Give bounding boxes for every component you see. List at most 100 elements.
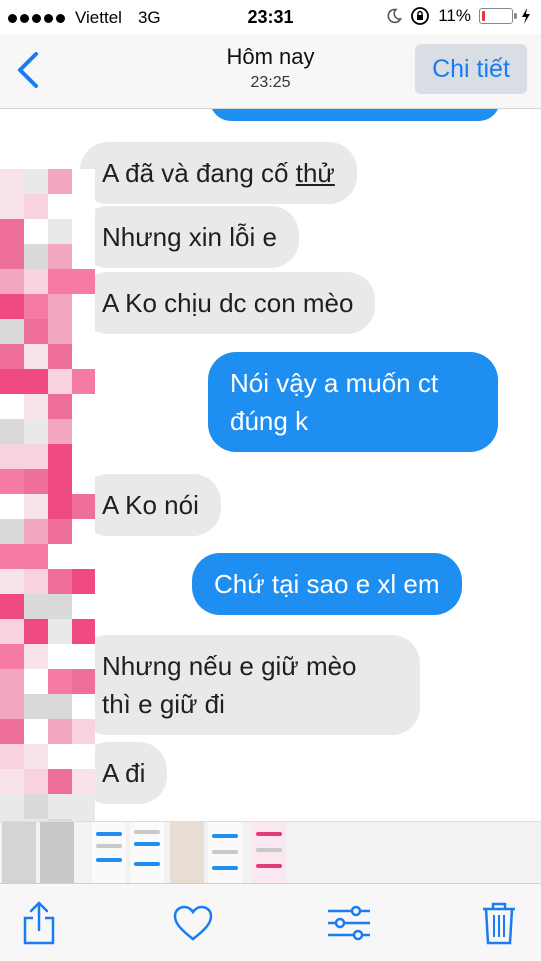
censor-pixel [0,469,24,494]
thumbnail[interactable] [92,822,126,884]
censor-pixel [48,494,72,519]
censor-pixel [48,669,72,694]
message-bubble-outgoing[interactable]: Nói vậy a muốn ct đúng k [208,352,498,452]
censor-pixel [72,344,95,369]
message-bubble-incoming[interactable]: A Ko nói [80,474,221,536]
censor-pixel [0,519,24,544]
censor-pixel [24,169,48,194]
message-bubble-incoming[interactable]: A Ko chịu dc con mèo [80,272,376,334]
rotation-lock-icon [411,7,430,25]
navigation-bar: Hôm nay 23:25 Chi tiết [0,34,541,109]
censor-pixel [48,369,72,394]
censor-pixel [72,444,95,469]
status-right: 11% [386,6,531,26]
censor-pixel [24,444,48,469]
thumbnail[interactable] [2,822,36,884]
censor-pixel [48,319,72,344]
censor-pixel [0,544,24,569]
censor-pixel [0,669,24,694]
censor-pixel [24,669,48,694]
censor-pixel [48,344,72,369]
message-text: Nhưng nếu e giữ mèo thì e giữ đi [102,651,357,719]
censor-pixel [24,194,48,219]
status-bar: Viettel 3G 23:31 11% [0,0,541,34]
censor-pixel [72,544,95,569]
thumbnail-strip[interactable] [0,821,541,884]
message-bubble-incoming[interactable]: Nhưng xin lỗi e [80,206,299,268]
moon-icon [387,8,403,24]
message-text: A Ko chịu dc con mèo [102,288,354,318]
message-bubble-incoming[interactable]: A đã và đang cố thử [80,142,357,204]
censor-pixel [0,169,24,194]
censor-pixel [0,394,24,419]
message-text: Chứ tại sao e xl em [214,569,440,599]
censor-pixel [72,569,95,594]
censor-pixel [0,344,24,369]
thumbnail[interactable] [208,822,242,884]
trash-icon [483,902,515,945]
censor-pixel [48,219,72,244]
censor-pixel [48,544,72,569]
censor-pixel [0,569,24,594]
share-icon [23,901,55,945]
previous-message-bubble [210,109,500,121]
censor-pixel [48,694,72,719]
message-text: A Ko nói [102,490,199,520]
censor-pixel [0,644,24,669]
favorite-button[interactable] [168,900,218,946]
censor-pixel [24,769,48,794]
charging-icon [522,8,530,24]
underlined-word: thử [295,158,335,188]
censor-pixel [0,244,24,269]
censor-pixel [48,569,72,594]
censor-pixel [72,394,95,419]
censor-pixel [24,569,48,594]
censor-pixel [48,169,72,194]
thumbnail[interactable] [170,822,204,884]
censor-pixel [72,594,95,619]
censor-pixel [0,719,24,744]
censor-pixel [24,244,48,269]
censor-pixel [24,494,48,519]
censor-pixel [0,369,24,394]
censor-pixel [24,519,48,544]
censor-pixel [24,369,48,394]
censor-pixel [24,269,48,294]
message-text: A đi [102,758,146,788]
details-button[interactable]: Chi tiết [415,44,527,94]
heart-icon [173,905,213,941]
censor-pixel [24,294,48,319]
thumbnail[interactable] [252,822,286,884]
censor-pixel [48,644,72,669]
censor-pixel [72,369,95,394]
thumbnail[interactable] [130,822,164,884]
message-bubble-incoming[interactable]: A đi [80,742,168,804]
censor-pixel [48,394,72,419]
censor-pixel [48,519,72,544]
censor-pixel [24,719,48,744]
censor-pixel [0,294,24,319]
censor-pixel [24,644,48,669]
censor-pixel [0,269,24,294]
message-bubble-incoming[interactable]: Nhưng nếu e giữ mèo thì e giữ đi [80,635,420,735]
censor-pixel [0,744,24,769]
message-text: Nói vậy a muốn ct đúng k [230,368,439,436]
share-button[interactable] [14,900,64,946]
censor-pixel [48,444,72,469]
censor-pixel [48,619,72,644]
censor-pixel [0,619,24,644]
thumbnail[interactable] [40,822,74,884]
message-bubble-outgoing[interactable]: Chứ tại sao e xl em [192,553,462,615]
battery-icon [479,8,517,24]
censor-pixel [24,419,48,444]
censor-pixel [48,244,72,269]
bottom-toolbar [0,883,541,961]
censor-pixel [0,694,24,719]
delete-button[interactable] [474,900,524,946]
edit-adjust-button[interactable] [324,900,374,946]
censor-pixel [48,794,72,819]
censor-pixel [72,419,95,444]
censor-pixel [0,594,24,619]
censor-pixel [48,194,72,219]
censor-pixel [48,769,72,794]
